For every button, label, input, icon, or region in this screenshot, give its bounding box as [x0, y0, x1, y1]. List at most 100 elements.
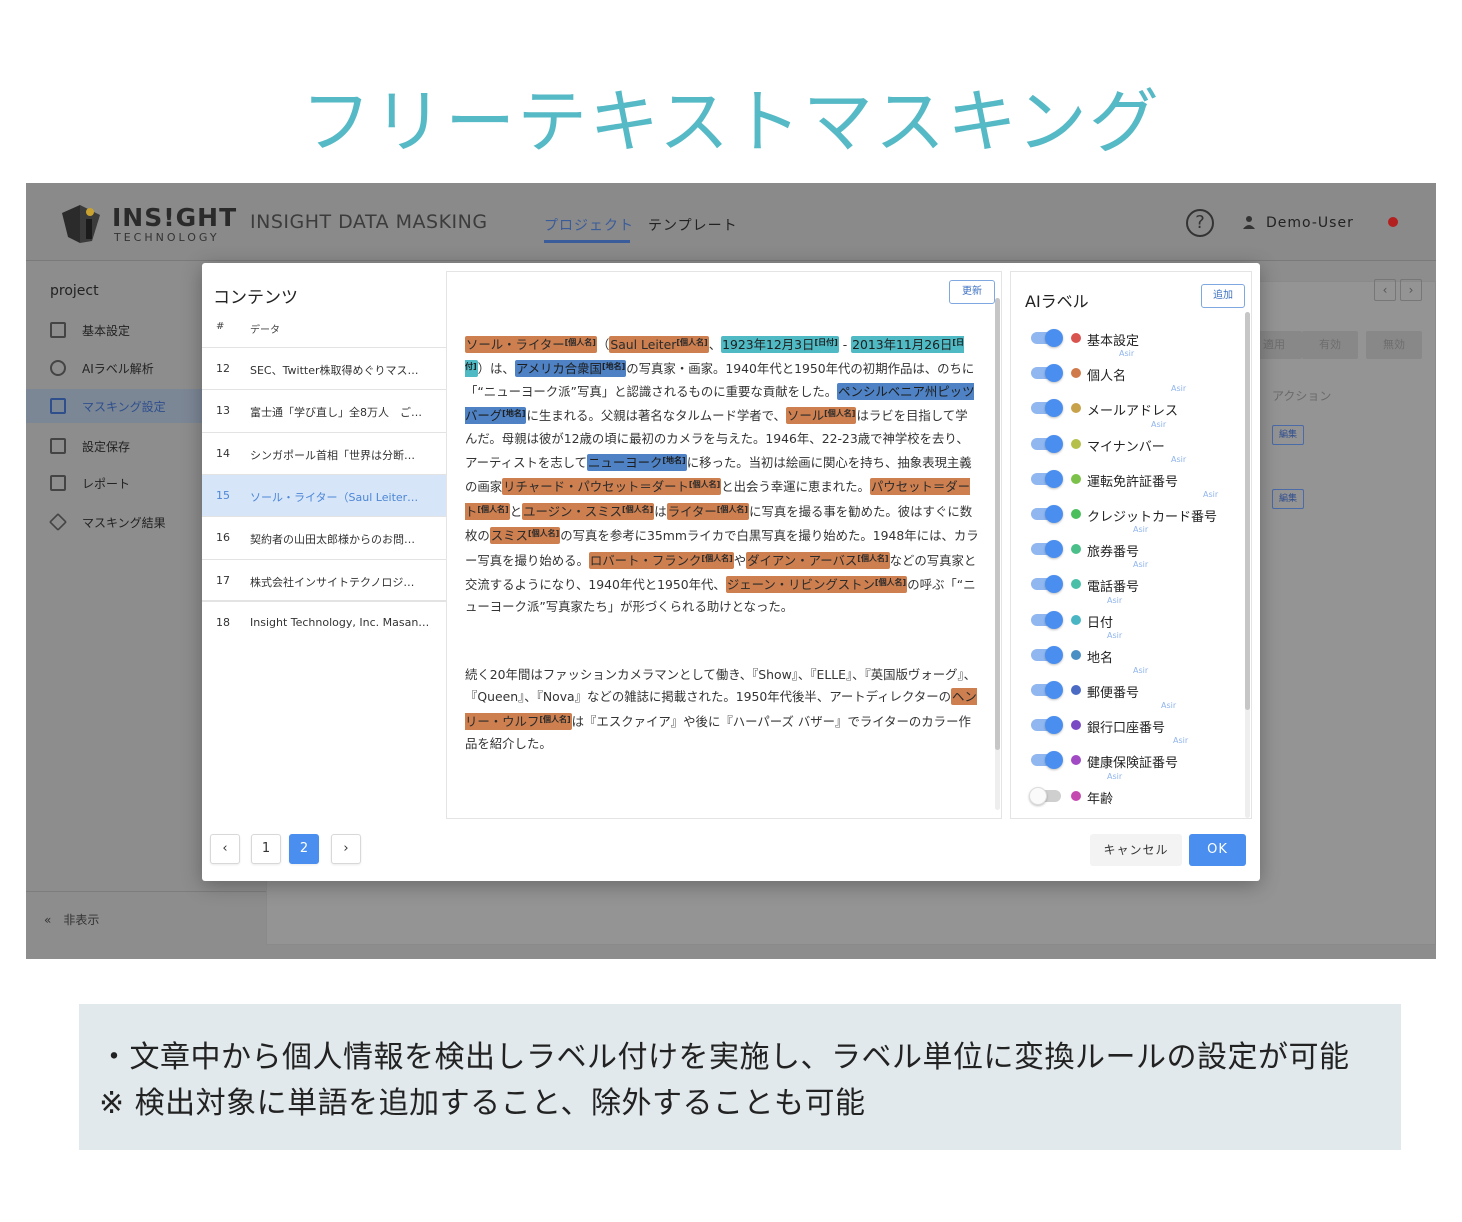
- entity-highlight-person[interactable]: ジェーン・リビングストン[個人名]: [725, 576, 908, 594]
- user-name[interactable]: Demo-User: [1266, 215, 1354, 231]
- label-toggle[interactable]: [1031, 575, 1063, 594]
- flag-icon[interactable]: [1388, 217, 1398, 227]
- label-name: 電話番号: [1087, 580, 1140, 596]
- ai-label-row: 旅券番号 Asir: [1011, 525, 1241, 565]
- entity-highlight-place[interactable]: アメリカ合衆国[地名]: [514, 360, 627, 378]
- add-label-button[interactable]: 追加: [1201, 284, 1245, 308]
- label-name: 個人名: [1087, 369, 1127, 385]
- cancel-button[interactable]: キャンセル: [1090, 834, 1182, 866]
- contents-row[interactable]: 17 株式会社インサイトテクノロジ…: [202, 558, 446, 601]
- contents-row-text: シンガポール首相「世界は分断…: [250, 448, 415, 462]
- refresh-button[interactable]: 更新: [949, 280, 995, 304]
- contents-row-num: 18: [216, 615, 230, 629]
- toggle-knob: [1045, 645, 1063, 664]
- contents-row-num: 13: [216, 404, 230, 418]
- bg-next-button[interactable]: ›: [1400, 279, 1422, 301]
- sidebar-item-masking-settings[interactable]: マスキング設定: [26, 389, 202, 423]
- entity-highlight-place[interactable]: ニューヨーク[地名]: [587, 454, 687, 472]
- ai-label-row: 日付 Asir: [1011, 596, 1241, 636]
- bg-prev-button[interactable]: ‹: [1374, 279, 1396, 301]
- sidebar-item-ai-label-analysis[interactable]: AIラベル解析: [26, 351, 202, 385]
- entity-tag: [個人名]: [621, 504, 654, 514]
- bg-disable-button[interactable]: 無効: [1366, 331, 1422, 359]
- top-bar: INS!GHT TECHNOLOGY INSIGHT DATA MASKING …: [26, 183, 1436, 261]
- entity-tag: [個人名]: [527, 529, 560, 539]
- label-toggle[interactable]: [1029, 786, 1061, 805]
- page: フリーテキストマスキング INS!GHT TECHNOLOGY INSIGHT …: [0, 0, 1462, 1222]
- ok-button[interactable]: OK: [1189, 834, 1246, 866]
- sidebar-divider: [26, 891, 266, 892]
- contents-row[interactable]: 12 SEC、Twitter株取得めぐりマス…: [202, 347, 446, 389]
- entity-highlight-person[interactable]: リチャード・パウセット＝ダート[個人名]: [502, 478, 722, 496]
- entity-highlight-person[interactable]: ヘンリー・ウルフ[個人名]: [465, 688, 977, 730]
- sidebar-hide-button[interactable]: « 非表示: [44, 911, 99, 928]
- bg-edit-button[interactable]: 編集: [1272, 425, 1304, 445]
- entity-highlight-person[interactable]: ソール[個人名]: [785, 407, 857, 425]
- toggle-knob: [1045, 329, 1063, 347]
- sidebar: project 基本設定 AIラベル解析 マスキング設定 設定保存 レポート マ…: [26, 261, 202, 959]
- entity-highlight-person[interactable]: ソール・ライター[個人名]: [465, 336, 597, 353]
- cube-icon: [48, 512, 68, 532]
- entity-highlight-person[interactable]: ロバート・フランク[個人名]: [588, 551, 734, 569]
- label-name: メールアドレス: [1087, 404, 1179, 420]
- contents-row-text: Insight Technology, Inc. Masan…: [250, 615, 430, 629]
- entity-highlight-place[interactable]: ペンシルベニア州ピッツバーグ[地名]: [465, 382, 975, 425]
- ai-label-row: 年齢 Asir: [1011, 772, 1241, 812]
- pagination-page-1[interactable]: 1: [251, 834, 281, 864]
- user-icon: [1243, 216, 1255, 229]
- label-toggle[interactable]: [1031, 399, 1063, 418]
- label-toggle[interactable]: [1031, 610, 1063, 629]
- sidebar-item-masking-result[interactable]: マスキング結果: [26, 505, 202, 539]
- label-toggle[interactable]: [1031, 364, 1063, 383]
- label-toggle[interactable]: [1031, 751, 1063, 770]
- sidebar-item-report[interactable]: レポート: [26, 466, 202, 500]
- contents-row[interactable]: 18 Insight Technology, Inc. Masan…: [202, 600, 446, 643]
- entity-tag: [地名]: [662, 456, 686, 466]
- sidebar-item-basic-settings[interactable]: 基本設定: [26, 313, 202, 347]
- contents-row[interactable]: 13 富士通「学び直し」全8万人 ご…: [202, 389, 446, 431]
- entity-highlight-person[interactable]: ライター[個人名]: [666, 502, 750, 520]
- contents-row[interactable]: 16 契約者の山田太郎様からのお問…: [202, 516, 446, 558]
- label-toggle[interactable]: [1031, 505, 1063, 523]
- label-badge: Asir: [1151, 419, 1167, 429]
- contents-row[interactable]: 14 シンガポール首相「世界は分断…: [202, 431, 446, 474]
- text-scrollbar-thumb[interactable]: [995, 298, 1000, 750]
- bg-edit-button[interactable]: 編集: [1272, 489, 1304, 509]
- label-toggle[interactable]: [1031, 329, 1063, 347]
- entity-highlight-person[interactable]: ユージン・スミス[個人名]: [522, 502, 655, 520]
- label-toggle[interactable]: [1031, 645, 1063, 664]
- entity-highlight-person[interactable]: ダイアン・アーバス[個人名]: [746, 551, 890, 569]
- contents-row-text: 契約者の山田太郎様からのお問…: [250, 533, 415, 547]
- page-title: フリーテキストマスキング: [301, 81, 1161, 163]
- label-toggle[interactable]: [1031, 716, 1063, 735]
- pagination-next-button[interactable]: ›: [331, 834, 361, 864]
- pagination-prev-button[interactable]: ‹: [210, 834, 240, 864]
- nav-tab-template[interactable]: テンプレート: [648, 215, 738, 235]
- entity-highlight-date[interactable]: 1923年12月3日[日付]: [721, 336, 839, 353]
- toggle-knob: [1045, 505, 1063, 523]
- contents-pane: コンテンツ # データ 12 SEC、Twitter株取得めぐりマス… 13 富士通「…: [202, 263, 446, 823]
- logo[interactable]: INS!GHT TECHNOLOGY: [58, 201, 236, 245]
- entity-tag: [個人名]: [477, 504, 509, 514]
- sidebar-item-save-settings[interactable]: 設定保存: [26, 429, 202, 463]
- help-icon[interactable]: ?: [1186, 209, 1214, 237]
- label-color-dot: [1071, 579, 1081, 590]
- label-toggle[interactable]: [1031, 434, 1063, 453]
- label-toggle[interactable]: [1031, 469, 1063, 488]
- contents-row-text: ソール・ライター（Saul Leiter…: [250, 490, 419, 504]
- entity-highlight-person[interactable]: スミス[個人名]: [489, 527, 561, 545]
- sidebar-project-label: project: [50, 283, 99, 299]
- label-toggle[interactable]: [1031, 540, 1063, 559]
- label-toggle[interactable]: [1031, 681, 1063, 699]
- bg-enable-button[interactable]: 有効: [1302, 331, 1358, 359]
- label-scrollbar-thumb[interactable]: [1245, 312, 1250, 710]
- ai-label-row: 電話番号 Asir: [1011, 560, 1241, 600]
- contents-header-data: データ: [250, 325, 280, 336]
- contents-row[interactable]: 15 ソール・ライター（Saul Leiter…: [202, 473, 446, 516]
- masked-text-body[interactable]: ソール・ライター[個人名]（Saul Leiter[個人名]、1923年12月3…: [465, 332, 979, 756]
- entity-highlight-person[interactable]: Saul Leiter[個人名]: [609, 336, 709, 353]
- nav-tab-project[interactable]: プロジェクト: [544, 215, 634, 235]
- ai-label-row: 銀行口座番号 Asir: [1011, 701, 1241, 741]
- pagination-page-2[interactable]: 2: [289, 834, 319, 864]
- label-name: 年齢: [1087, 791, 1114, 807]
